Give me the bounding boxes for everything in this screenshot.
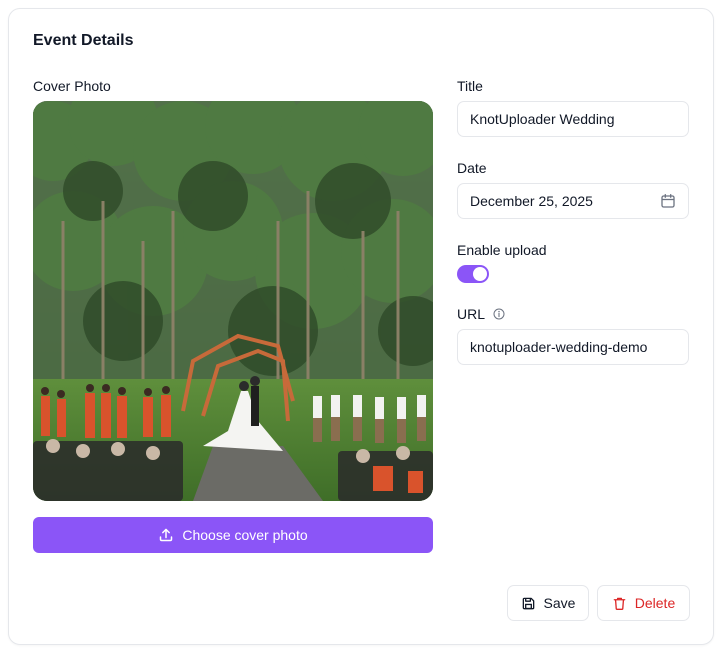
delete-label: Delete xyxy=(634,595,676,611)
cover-photo-label: Cover Photo xyxy=(33,78,111,94)
choose-cover-photo-button[interactable]: Choose cover photo xyxy=(33,517,433,553)
date-value: December 25, 2025 xyxy=(470,193,593,209)
choose-cover-photo-label: Choose cover photo xyxy=(182,527,308,543)
enable-upload-toggle[interactable] xyxy=(457,265,489,283)
calendar-icon[interactable] xyxy=(660,193,676,209)
title-label: Title xyxy=(457,78,483,94)
card-title: Event Details xyxy=(33,32,134,49)
delete-button[interactable]: Delete xyxy=(597,585,690,621)
trash-icon xyxy=(613,597,626,610)
info-icon[interactable] xyxy=(493,308,505,320)
title-input[interactable] xyxy=(470,111,676,127)
date-field[interactable]: December 25, 2025 xyxy=(457,183,689,219)
date-label: Date xyxy=(457,160,487,176)
toggle-knob xyxy=(473,267,487,281)
url-label: URL xyxy=(457,306,486,322)
url-input[interactable] xyxy=(470,339,676,355)
url-field[interactable] xyxy=(457,329,689,365)
event-details-card: Event Details Cover Photo Choose cover p… xyxy=(8,8,714,645)
title-field[interactable] xyxy=(457,101,689,137)
wedding-photo-illustration xyxy=(33,101,433,501)
save-label: Save xyxy=(543,595,576,611)
enable-upload-label: Enable upload xyxy=(457,242,547,258)
save-icon xyxy=(522,597,534,609)
upload-icon xyxy=(160,528,173,542)
cover-photo-image xyxy=(33,101,433,501)
save-button[interactable]: Save xyxy=(507,585,589,621)
